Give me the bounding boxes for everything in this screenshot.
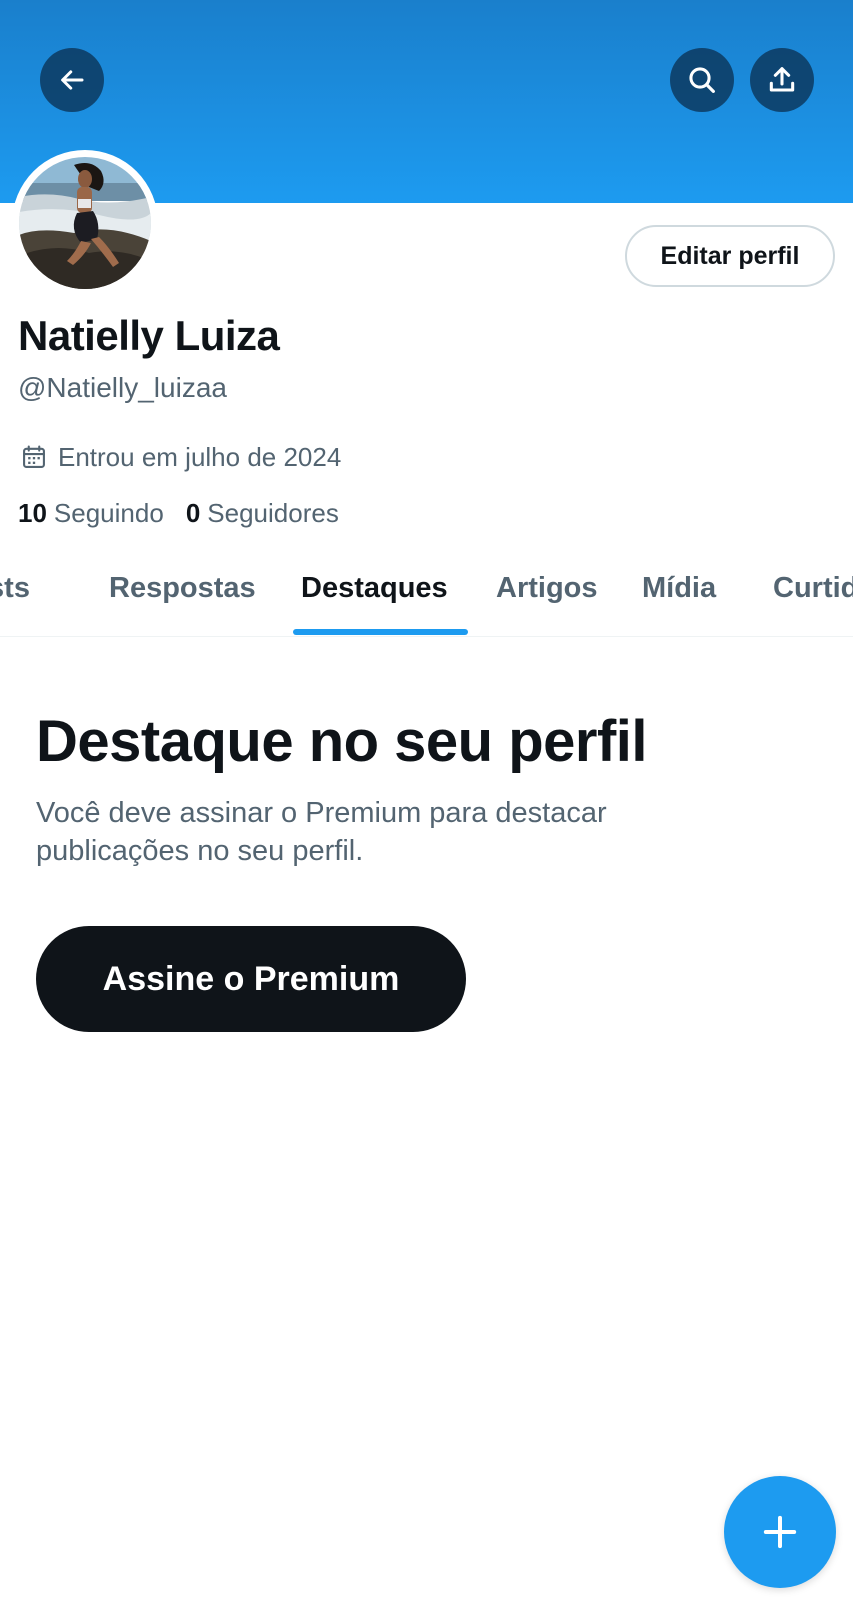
tab-respostas[interactable]: Respostas [109, 572, 256, 605]
follow-stats: 10 Seguindo 0 Seguidores [18, 498, 361, 529]
subscribe-premium-button[interactable]: Assine o Premium [36, 926, 466, 1032]
calendar-icon [20, 443, 48, 471]
profile-tabs: Posts Respostas Destaques Artigos Mídia … [0, 560, 853, 637]
edit-profile-button[interactable]: Editar perfil [625, 225, 835, 287]
search-button[interactable] [670, 48, 734, 112]
display-name: Natielly Luiza [18, 312, 280, 359]
following-link[interactable]: 10 Seguindo [18, 498, 164, 529]
tab-destaques[interactable]: Destaques [301, 572, 448, 605]
joined-text: Entrou em julho de 2024 [58, 441, 342, 472]
plus-icon [763, 1515, 797, 1549]
active-tab-indicator [293, 629, 468, 635]
tab-artigos[interactable]: Artigos [496, 572, 598, 605]
followers-count: 0 [185, 498, 201, 528]
compose-button[interactable] [724, 1476, 836, 1588]
followers-link[interactable]: 0 Seguidores [186, 498, 339, 529]
tab-curtidas[interactable]: Curtidas [773, 572, 853, 605]
followers-label: Seguidores [207, 498, 339, 528]
following-label: Seguindo [53, 498, 164, 528]
tab-midia[interactable]: Mídia [642, 572, 716, 605]
joined-date: Entrou em julho de 2024 [20, 440, 341, 474]
back-button[interactable] [40, 48, 104, 112]
promo-text: Você deve assinar o Premium para destaca… [36, 797, 607, 867]
tab-posts[interactable]: Posts [0, 572, 30, 605]
user-handle: @Natielly_luizaa [18, 372, 227, 403]
arrow-left-icon [61, 70, 84, 90]
following-count: 10 [18, 498, 47, 528]
promo-title: Destaque no seu perfil [36, 709, 648, 774]
share-upload-icon [769, 67, 795, 92]
search-icon [689, 67, 715, 93]
share-button[interactable] [750, 48, 814, 112]
avatar[interactable] [19, 157, 151, 289]
